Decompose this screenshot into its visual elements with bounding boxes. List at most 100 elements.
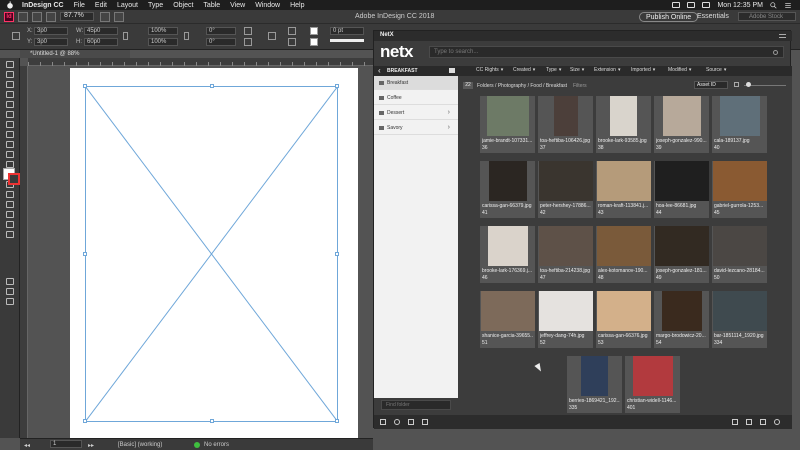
filter-created[interactable]: Created ▾ [513, 67, 535, 73]
logout-icon[interactable] [422, 419, 428, 425]
asset-card[interactable]: roman-kraft-113841.j... 43 [596, 161, 651, 218]
asset-thumbnail[interactable] [480, 291, 535, 331]
add-folder-icon[interactable] [449, 68, 455, 73]
stroke-swatch[interactable] [310, 38, 318, 46]
slider-knob[interactable] [746, 82, 751, 87]
screen-mode-icon[interactable] [100, 12, 110, 22]
folder-icon[interactable] [380, 419, 386, 425]
app-menu[interactable]: InDesign CC [22, 2, 64, 9]
dropbox-icon[interactable] [672, 2, 681, 8]
stroke-type-dropdown[interactable] [330, 39, 364, 45]
asset-card[interactable]: berries-1869421_192... 335 [567, 356, 622, 413]
asset-card[interactable]: christian-widell-1146... 401 [625, 356, 680, 413]
cart-icon[interactable] [732, 419, 738, 425]
wifi-icon[interactable] [687, 2, 696, 8]
screen-mode-tool-icon[interactable] [6, 298, 14, 305]
apply-color-icon[interactable] [6, 288, 14, 295]
y-field[interactable]: 3p0 [34, 38, 68, 46]
filter-type[interactable]: Type ▾ [546, 67, 561, 73]
note-tool-icon[interactable] [6, 201, 14, 208]
graphic-frame[interactable] [83, 84, 339, 423]
content-collector-icon[interactable] [6, 101, 14, 108]
netx-tab[interactable]: NetX [380, 32, 394, 38]
rectangle-tool-icon[interactable] [6, 161, 14, 168]
menu-window[interactable]: Window [255, 2, 280, 9]
publish-online-button[interactable]: Publish Online [639, 12, 699, 22]
find-folder-input[interactable]: Find folder [381, 400, 451, 410]
fill-swatch[interactable] [310, 27, 318, 35]
direct-selection-tool-icon[interactable] [6, 71, 14, 78]
asset-thumbnail[interactable] [596, 226, 651, 266]
asset-thumbnail[interactable] [596, 291, 651, 331]
filter-modified[interactable]: Modified ▾ [668, 67, 691, 73]
next-page-icon[interactable]: ▸▸ [88, 442, 94, 449]
menu-layout[interactable]: Layout [117, 2, 138, 9]
asset-card[interactable]: cala-189137.jpg 40 [712, 96, 767, 153]
menu-table[interactable]: Table [203, 2, 220, 9]
asset-thumbnail[interactable] [538, 161, 593, 201]
grid-size-icon[interactable] [734, 82, 739, 87]
folder-savory[interactable]: Savory › [374, 121, 458, 135]
back-arrow-icon[interactable]: ‹ [378, 67, 381, 75]
zoom-tool-icon[interactable] [6, 231, 14, 238]
asset-card[interactable]: david-lezcano-28184... 50 [712, 226, 767, 283]
frame-handle[interactable] [335, 252, 339, 256]
asset-thumbnail[interactable] [538, 226, 593, 266]
filters-link[interactable]: Filters [573, 83, 587, 89]
hand-tool-icon[interactable] [6, 221, 14, 228]
asset-card[interactable]: alex-kotomanov-190... 48 [596, 226, 651, 283]
selection-tool-icon[interactable] [6, 61, 14, 68]
frame-handle[interactable] [210, 419, 214, 423]
pen-tool-icon[interactable] [6, 131, 14, 138]
eyedropper-tool-icon[interactable] [6, 211, 14, 218]
formatting-affects-icon[interactable] [6, 278, 14, 285]
asset-thumbnail[interactable] [488, 161, 527, 201]
search-icon[interactable] [770, 1, 777, 9]
rectangle-frame-tool-icon[interactable] [6, 151, 14, 158]
rotate-cw-icon[interactable] [244, 27, 252, 35]
page-number-field[interactable]: 1 [50, 440, 82, 448]
document-page[interactable] [70, 68, 358, 438]
view-options-icon[interactable] [46, 12, 56, 22]
asset-card[interactable]: hoa-lee-86681.jpg 44 [654, 161, 709, 218]
scale-y-field[interactable]: 100% [148, 38, 178, 46]
asset-thumbnail[interactable] [596, 161, 651, 201]
filter-size[interactable]: Size ▾ [570, 67, 584, 73]
filter-imported[interactable]: Imported ▾ [631, 67, 655, 73]
style-label[interactable]: [Basic] (working) [118, 442, 162, 448]
asset-card[interactable]: bar-1851114_1920.jpg 334 [712, 291, 767, 348]
gradient-tool-icon[interactable] [6, 191, 14, 198]
workspace-switcher[interactable]: Essentials [697, 13, 729, 20]
asset-thumbnail[interactable] [610, 96, 637, 136]
asset-thumbnail[interactable] [487, 226, 528, 266]
stroke-color-swatch[interactable] [8, 173, 20, 185]
folder-coffee[interactable]: Coffee [374, 91, 458, 105]
clock[interactable]: Mon 12:35 PM [717, 2, 763, 9]
asset-card[interactable]: joseph-gonzalez-990... 39 [654, 96, 709, 153]
asset-card[interactable]: carissa-gan-66376.jpg 53 [596, 291, 651, 348]
asset-card[interactable]: gabriel-gurrola-1253... 45 [712, 161, 767, 218]
zoom-level[interactable]: 87.7% [64, 12, 84, 19]
asset-thumbnail[interactable] [661, 291, 702, 331]
asset-thumbnail[interactable] [486, 96, 529, 136]
asset-card[interactable]: joseph-gonzalez-181... 49 [654, 226, 709, 283]
power-icon[interactable] [774, 419, 780, 425]
reference-point-icon[interactable] [12, 32, 20, 40]
apple-icon[interactable] [6, 1, 14, 9]
asset-thumbnail[interactable] [654, 226, 709, 266]
asset-thumbnail[interactable] [553, 96, 578, 136]
asset-thumbnail[interactable] [581, 356, 608, 396]
asset-card[interactable]: brooke-lark-93585.jpg 38 [596, 96, 651, 153]
frame-handle[interactable] [83, 252, 87, 256]
asset-card[interactable]: peter-hershey-17886... 42 [538, 161, 593, 218]
menu-file[interactable]: File [74, 2, 85, 9]
menu-view[interactable]: View [230, 2, 245, 9]
preflight-label[interactable]: No errors [204, 442, 229, 448]
frame-handle[interactable] [83, 84, 87, 88]
sort-dropdown[interactable]: Asset ID [694, 81, 728, 89]
asset-thumbnail[interactable] [712, 161, 767, 201]
frame-handle[interactable] [335, 419, 339, 423]
select-container-icon[interactable] [288, 27, 296, 35]
scale-link-icon[interactable] [184, 32, 189, 40]
download-icon[interactable] [746, 419, 752, 425]
